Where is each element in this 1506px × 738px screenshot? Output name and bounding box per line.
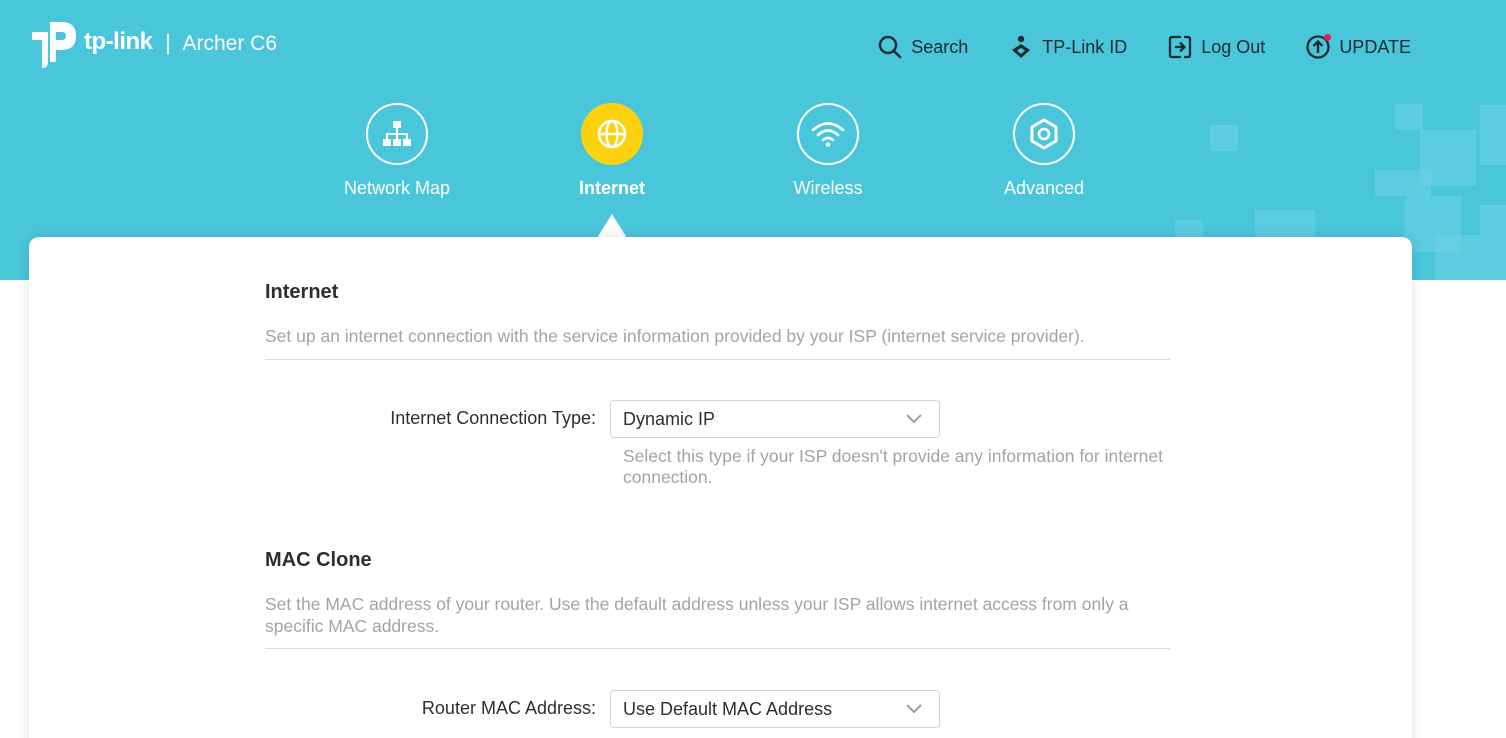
tab-network-map[interactable]: Network Map (297, 103, 497, 199)
search-label: Search (911, 36, 969, 57)
update-label: UPDATE (1339, 36, 1411, 57)
chevron-down-icon (906, 414, 922, 424)
router-mac-label: Router MAC Address: (421, 698, 596, 718)
connection-type-label: Internet Connection Type: (390, 408, 596, 428)
tp-link-logo-icon (32, 22, 76, 68)
update-icon (1305, 34, 1332, 60)
decoration (1210, 125, 1238, 151)
model-name: Archer C6 (182, 32, 278, 55)
router-mac-value: Use Default MAC Address (623, 698, 833, 719)
logout-label: Log Out (1201, 36, 1266, 57)
tplink-id-label: TP-Link ID (1042, 36, 1128, 57)
brand-logo[interactable]: tp-link Archer C6 (28, 18, 277, 70)
decoration (1435, 235, 1506, 280)
logo-divider (166, 34, 169, 54)
wifi-icon (797, 103, 859, 165)
decoration (1395, 104, 1423, 130)
logout-icon (1169, 35, 1192, 59)
tplink-id-link[interactable]: TP-Link ID (1008, 34, 1127, 60)
brand-name: tp-link (84, 28, 153, 55)
tab-internet-label: Internet (578, 178, 645, 198)
connection-type-value: Dynamic IP (623, 408, 716, 429)
connection-type-select[interactable]: Dynamic IP (610, 400, 940, 438)
connection-type-hint: Select this type if your ISP doesn't pro… (623, 446, 1163, 487)
chevron-down-icon (906, 704, 922, 714)
decoration (1375, 170, 1431, 196)
mac-clone-section-title: MAC Clone (265, 549, 372, 571)
globe-icon (581, 103, 643, 165)
tab-wireless[interactable]: Wireless (728, 103, 928, 199)
internet-section-title: Internet (265, 281, 339, 303)
update-link[interactable]: UPDATE (1305, 34, 1411, 60)
logout-link[interactable]: Log Out (1167, 34, 1265, 60)
decoration (1480, 205, 1506, 235)
tab-wireless-label: Wireless (793, 178, 863, 198)
active-tab-pointer (597, 214, 627, 238)
search-link[interactable]: Search (877, 34, 968, 60)
tab-advanced[interactable]: Advanced (944, 103, 1144, 199)
router-mac-select[interactable]: Use Default MAC Address (610, 690, 940, 728)
top-links: Search TP-Link ID Log Out UPDATE (837, 34, 1411, 60)
internet-section-description: Set up an internet connection with the s… (265, 326, 1085, 346)
section-divider (265, 648, 1170, 649)
decoration (1480, 105, 1506, 165)
gear-icon (1013, 103, 1075, 165)
network-map-icon (366, 103, 428, 165)
tab-advanced-label: Advanced (1003, 178, 1085, 198)
section-divider (265, 359, 1170, 360)
tplink-id-icon (1012, 35, 1031, 58)
tab-network-map-label: Network Map (343, 178, 451, 198)
tab-internet[interactable]: Internet (512, 103, 712, 199)
search-icon (878, 35, 902, 59)
mac-clone-section-description: Set the MAC address of your router. Use … (265, 594, 1129, 636)
